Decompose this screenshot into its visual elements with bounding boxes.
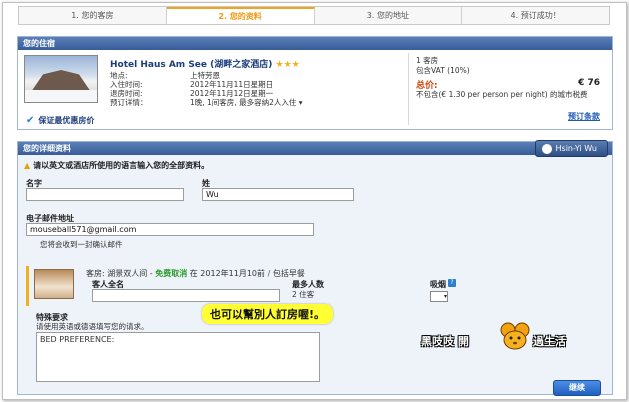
user-icon — [541, 143, 552, 154]
stay-header: 您的住宿 — [18, 37, 612, 50]
first-name-input[interactable] — [26, 188, 184, 201]
step-label: 2. 您的资料 — [218, 12, 262, 21]
step-label: 3. 您的地址 — [366, 11, 409, 20]
checkmark-icon: ✔ — [26, 115, 35, 126]
details-header: 您的详细资料 — [18, 142, 612, 155]
step-details: 2. 您的资料 — [166, 7, 315, 24]
annotation-callout: 也可以幫別人訂房喔!。 — [202, 304, 334, 324]
best-price-guarantee: ✔ 保证最优惠房价 — [26, 115, 95, 126]
user-name: Hsin-Yi Wu — [555, 144, 597, 153]
details-panel: 您的详细资料 Hsin-Yi Wu ▲ 请以英文或酒店所使用的语言输入您的全部资料… — [17, 140, 613, 396]
special-request-textarea[interactable]: BED PREFERENCE: — [36, 332, 320, 382]
continue-button[interactable]: 继续 — [553, 380, 601, 396]
city-tax-note: 不包含(€ 1.30 per person per night) 的城市税费 — [416, 90, 588, 99]
booking-window: 1. 您的客房 2. 您的资料 3. 您的地址 4. 预订成功！ 您的住宿 Ho… — [2, 2, 627, 400]
mouse-mascot-icon — [500, 322, 530, 350]
hotel-name-text: Hotel Haus Am See (湖畔之家酒店) — [110, 60, 273, 70]
step-rooms: 1. 您的客房 — [19, 7, 167, 24]
step-indicator: 1. 您的客房 2. 您的资料 3. 您的地址 4. 预订成功！ — [18, 6, 610, 25]
email-input[interactable]: mouseball571@gmail.com — [26, 223, 314, 236]
step-success: 4. 预订成功！ — [462, 7, 609, 24]
watermark-left: 黑吱吱 開 — [421, 335, 469, 348]
warning-icon: ▲ — [24, 161, 31, 170]
max-occupancy-value: 2 住客 — [292, 290, 315, 299]
vat-note: 包含VAT (10%) — [416, 66, 470, 75]
last-name-input[interactable]: Wu — [202, 188, 354, 201]
star-rating: ★★★ — [275, 60, 300, 70]
watermark-right: 過生活 — [533, 335, 566, 348]
smoking-select[interactable]: ▾ — [430, 291, 448, 302]
step-label: 1. 您的客房 — [71, 11, 114, 20]
step-address: 3. 您的地址 — [315, 7, 463, 24]
smoking-label: 吸烟 — [430, 280, 446, 289]
booking-terms-link[interactable]: 预订条款 — [568, 111, 600, 122]
guest-name-input[interactable] — [92, 289, 280, 302]
step-label: 4. 预订成功！ — [510, 11, 561, 20]
room-title: 客房: 湖景双人间 - 免费取消 在 2012年11月10前 / 包括早餐 — [86, 269, 305, 278]
help-icon[interactable]: ? — [448, 279, 456, 287]
special-request-hint: 请使用英语或德语填写您的请求。 — [36, 322, 149, 331]
chevron-down-icon[interactable]: ▾ — [299, 98, 303, 107]
email-confirmation-note: 您将会收到一封确认邮件 — [40, 240, 123, 249]
language-warning: ▲ 请以英文或酒店所使用的语言输入您的全部资料。 — [24, 161, 210, 170]
room-photo — [34, 269, 74, 299]
booking-detail-row: 预订详情： 1晚, 1间客房, 最多容纳2人入住 ▾ — [110, 98, 303, 107]
hotel-photo — [24, 55, 98, 103]
user-account-button[interactable]: Hsin-Yi Wu — [534, 140, 608, 157]
hotel-name[interactable]: Hotel Haus Am See (湖畔之家酒店) ★★★ — [110, 57, 300, 70]
free-cancel-badge: 免费取消 — [155, 269, 188, 278]
stay-panel: 您的住宿 Hotel Haus Am See (湖畔之家酒店) ★★★ 地点: 上… — [17, 36, 613, 130]
total-price: € 76 — [578, 78, 600, 88]
